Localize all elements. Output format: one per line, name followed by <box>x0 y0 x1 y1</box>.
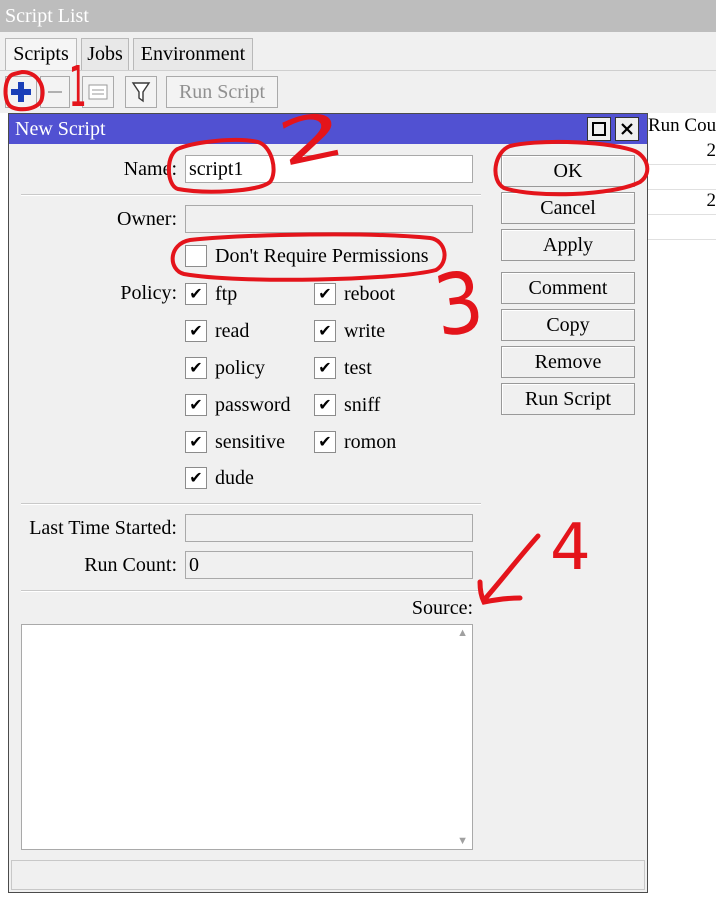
add-button[interactable] <box>5 76 37 108</box>
run-script-button[interactable]: Run Script <box>501 383 635 415</box>
run-count-field[interactable]: 0 <box>185 551 473 579</box>
policy-label-romon: romon <box>344 431 397 453</box>
last-time-started-label: Last Time Started: <box>29 517 177 539</box>
policy-label-dude: dude <box>215 467 254 489</box>
name-label: Name: <box>123 158 177 180</box>
dont-require-permissions-label: Don't Require Permissions <box>215 245 429 267</box>
remove-button[interactable]: Remove <box>501 346 635 378</box>
scroll-up-arrow-icon[interactable]: ▲ <box>457 627 468 639</box>
copy-button[interactable]: Copy <box>501 309 635 341</box>
window-title: Script List <box>0 0 716 32</box>
new-script-dialog: New Script Name: script1 Owner: Don't Re… <box>8 113 648 893</box>
scroll-down-arrow-icon[interactable]: ▼ <box>457 835 468 847</box>
note-icon <box>88 84 108 100</box>
list-cell <box>648 215 716 240</box>
policy-label-test: test <box>344 357 372 379</box>
list-cell: 2 <box>648 190 716 215</box>
policy-checkbox-sensitive[interactable]: ✔ <box>185 431 207 453</box>
ok-button[interactable]: OK <box>501 155 635 187</box>
tab-environment[interactable]: Environment <box>133 38 253 70</box>
policy-checkbox-dude[interactable]: ✔ <box>185 467 207 489</box>
checkmark-icon: ✔ <box>189 397 203 414</box>
source-label: Source: <box>411 597 473 619</box>
policy-checkbox-password[interactable]: ✔ <box>185 394 207 416</box>
dont-require-permissions-checkbox[interactable] <box>185 245 207 267</box>
policy-label-password: password <box>215 394 291 416</box>
plus-icon <box>11 82 31 102</box>
policy-label-policy: policy <box>215 357 265 379</box>
checkmark-icon: ✔ <box>318 360 332 377</box>
close-icon <box>621 123 633 135</box>
filter-button[interactable] <box>125 76 157 108</box>
policy-label-sensitive: sensitive <box>215 431 285 453</box>
cancel-button[interactable]: Cancel <box>501 192 635 224</box>
list-cell <box>648 165 716 190</box>
policy-checkbox-reboot[interactable]: ✔ <box>314 283 336 305</box>
policy-label-reboot: reboot <box>344 283 396 305</box>
separator <box>21 194 481 196</box>
separator <box>21 590 481 592</box>
checkmark-icon: ✔ <box>318 286 332 303</box>
policy-label-ftp: ftp <box>215 283 238 305</box>
source-textarea[interactable]: ▲ ▼ <box>21 624 473 850</box>
checkmark-icon: ✔ <box>189 360 203 377</box>
checkmark-icon: ✔ <box>189 470 203 487</box>
checkmark-icon: ✔ <box>189 286 203 303</box>
policy-label: Policy: <box>120 282 177 304</box>
comment-button[interactable]: Comment <box>501 272 635 304</box>
list-cell: 2 <box>648 140 716 165</box>
policy-checkbox-test[interactable]: ✔ <box>314 357 336 379</box>
run-count-label: Run Count: <box>84 554 177 576</box>
toolbar: Run Script <box>0 70 716 113</box>
tab-bar: Scripts Jobs Environment <box>0 32 716 72</box>
checkmark-icon: ✔ <box>318 397 332 414</box>
separator <box>21 503 481 505</box>
checkmark-icon: ✔ <box>318 323 332 340</box>
close-button[interactable] <box>615 117 639 141</box>
policy-checkbox-write[interactable]: ✔ <box>314 320 336 342</box>
checkmark-icon: ✔ <box>318 434 332 451</box>
policy-checkbox-ftp[interactable]: ✔ <box>185 283 207 305</box>
policy-label-sniff: sniff <box>344 394 381 416</box>
tab-jobs[interactable]: Jobs <box>81 38 129 70</box>
status-bar <box>11 860 645 890</box>
checkmark-icon: ✔ <box>189 434 203 451</box>
minus-icon <box>48 91 62 93</box>
owner-label: Owner: <box>117 208 177 230</box>
policy-label-read: read <box>215 320 250 342</box>
tab-scripts[interactable]: Scripts <box>5 38 77 72</box>
comment-button[interactable] <box>82 76 114 108</box>
maximize-button[interactable] <box>587 117 611 141</box>
checkmark-icon: ✔ <box>189 323 203 340</box>
policy-label-write: write <box>344 320 386 342</box>
annotation-step-1: 1 <box>68 55 87 120</box>
filter-icon <box>131 82 151 103</box>
policy-checkbox-read[interactable]: ✔ <box>185 320 207 342</box>
policy-checkbox-sniff[interactable]: ✔ <box>314 394 336 416</box>
last-time-started-field[interactable] <box>185 514 473 542</box>
policy-checkbox-policy[interactable]: ✔ <box>185 357 207 379</box>
maximize-icon <box>592 122 606 136</box>
run-script-toolbar-button[interactable]: Run Script <box>166 76 278 108</box>
apply-button[interactable]: Apply <box>501 229 635 261</box>
annotation-step-2: 2 <box>271 95 353 182</box>
annotation-step-4: 4 <box>550 511 591 585</box>
remove-button[interactable] <box>40 76 70 108</box>
owner-field[interactable] <box>185 205 473 233</box>
policy-checkbox-romon[interactable]: ✔ <box>314 431 336 453</box>
run-count-column-header[interactable]: Run Count <box>648 113 716 139</box>
